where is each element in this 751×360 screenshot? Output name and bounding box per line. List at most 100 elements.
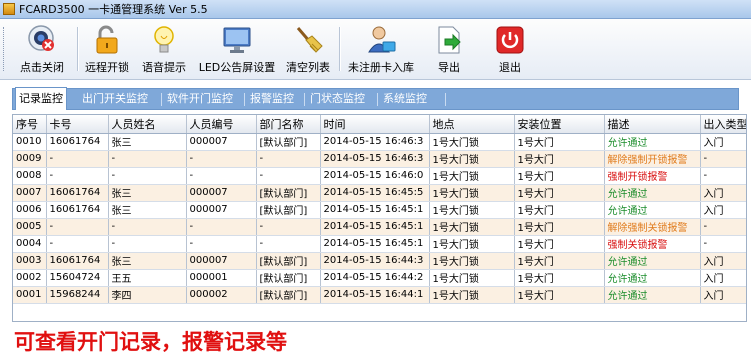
cell-description: 解除强制开锁报警 [604,150,701,168]
cell-time: 2014-05-15 16:45:1 [320,218,430,236]
export-button[interactable]: 导出 [426,22,472,77]
table-row[interactable]: 0007 16061764 张三 000007 [默认部门] 2014-05-15 16:… [13,184,746,202]
table-row[interactable]: 0005- - - -2014-05-15 16:45:1 1号大门锁 1号大门 解除强制关… [13,218,746,236]
cell-seq: 0001 [13,286,47,304]
tab-door-status-monitor[interactable]: 门状态监控 [307,90,368,108]
cell-location: 1号大门锁 [429,269,515,287]
cell-install-position: 1号大门 [514,150,605,168]
cell-install-position: 1号大门 [514,218,605,236]
toolbar-grip[interactable] [3,27,7,71]
cell-seq: 0006 [13,201,47,219]
led-settings-button[interactable]: LED公告屏设置 [196,22,278,77]
cell-location: 1号大门锁 [429,252,515,270]
table-row[interactable]: 0010 16061764 张三 000007 [默认部门] 2014-05-15 16:… [13,133,746,151]
column-header-person-id[interactable]: 人员编号 [186,115,257,134]
cell-seq: 0003 [13,252,47,270]
cell-location: 1号大门锁 [429,235,515,253]
table-row[interactable]: 0003 16061764 张三 000007 [默认部门] 2014-05-15 16:… [13,252,746,270]
cell-direction: 入门 [700,269,746,287]
cell-location: 1号大门锁 [429,150,515,168]
remote-unlock-button[interactable]: 远程开锁 [79,22,135,77]
cell-time: 2014-05-15 16:45:1 [320,235,430,253]
column-header-location[interactable]: 地点 [429,115,515,134]
cell-direction: 入门 [700,133,746,151]
cell-seq: 0004 [13,235,47,253]
cell-install-position: 1号大门 [514,252,605,270]
webcam-icon [28,25,54,51]
monitor-icon [223,27,251,53]
column-header-direction[interactable]: 出入类型 [700,115,746,134]
cell-description: 允许通过 [604,269,701,287]
column-header-seq[interactable]: 序号 [13,115,47,134]
cell-time: 2014-05-15 16:46:3 [320,150,430,168]
voice-prompt-label: 语音提示 [142,61,186,74]
export-icon [438,26,461,54]
clear-list-button[interactable]: 清空列表 [281,22,335,77]
cell-name: 张三 [108,133,187,151]
table-row[interactable]: 0004- - - -2014-05-15 16:45:1 1号大门锁 1号大门 强制关锁报… [13,235,746,253]
cell-location: 1号大门锁 [429,167,515,185]
cell-direction: - [700,235,746,253]
tab-system-monitor[interactable]: 系统监控 [380,90,430,108]
cell-time: 2014-05-15 16:44:1 [320,286,430,304]
remote-unlock-label: 远程开锁 [85,61,129,74]
cell-location: 1号大门锁 [429,201,515,219]
header-row: 序号 卡号 人员姓名 人员编号 部门名称 时间 地点 安装位置 描述 出入类型 [13,115,746,134]
table-row[interactable]: 0006 16061764 张三 000007 [默认部门] 2014-05-15 16:… [13,201,746,219]
column-header-description[interactable]: 描述 [604,115,701,134]
cell-install-position: 1号大门 [514,184,605,202]
table-row[interactable]: 0001 15968244 李四 000002 [默认部门] 2014-05-15 16:… [13,286,746,304]
voice-prompt-button[interactable]: 语音提示 [136,22,192,77]
exit-button[interactable]: 退出 [488,22,532,77]
cell-department: - [256,167,321,185]
cell-person-id: - [186,218,257,236]
register-card-button[interactable]: 未注册卡入库 [342,22,420,77]
tab-software-open-monitor[interactable]: 软件开门监控 [164,90,236,108]
cell-description: 强制开锁报警 [604,167,701,185]
cell-person-id: 000007 [186,201,257,219]
tab-divider [377,93,378,106]
column-header-time[interactable]: 时间 [320,115,430,134]
tab-alarm-monitor[interactable]: 报警监控 [247,90,297,108]
table-row[interactable]: 0008- - - -2014-05-15 16:46:0 1号大门锁 1号大门 强制开锁报… [13,167,746,185]
close-button[interactable]: 点击关闭 [10,22,74,77]
tab-divider [445,93,446,106]
tab-record-monitor[interactable]: 记录监控 [15,87,67,110]
table-row[interactable]: 0009- - - -2014-05-15 16:46:3 1号大门锁 1号大门 解除强制开… [13,150,746,168]
register-card-label: 未注册卡入库 [348,61,414,74]
cell-person-id: - [186,150,257,168]
record-grid[interactable]: 序号 卡号 人员姓名 人员编号 部门名称 时间 地点 安装位置 描述 出入类型 … [12,114,747,322]
cell-description: 允许通过 [604,286,701,304]
cell-direction: 入门 [700,184,746,202]
toolbar-separator [339,27,341,71]
cell-person-id: 000002 [186,286,257,304]
cell-seq: 0009 [13,150,47,168]
caption-note: 可查看开门记录，报警记录等 [14,330,287,354]
cell-department: [默认部门] [256,133,321,151]
window-title: FCARD3500 一卡通管理系统 Ver 5.5 [19,3,208,16]
column-header-card[interactable]: 卡号 [46,115,109,134]
cell-person-id: 000001 [186,269,257,287]
broom-icon [296,27,323,53]
cell-seq: 0002 [13,269,47,287]
column-header-department[interactable]: 部门名称 [256,115,321,134]
table-row[interactable]: 0002 15604724 王五 000001 [默认部门] 2014-05-15 16:… [13,269,746,287]
led-settings-label: LED公告屏设置 [198,61,276,74]
column-header-install-position[interactable]: 安装位置 [514,115,605,134]
title-bar: FCARD3500 一卡通管理系统 Ver 5.5 [0,0,751,19]
cell-install-position: 1号大门 [514,286,605,304]
cell-name: 李四 [108,286,187,304]
column-header-name[interactable]: 人员姓名 [108,115,187,134]
cell-description: 允许通过 [604,184,701,202]
cell-name: 张三 [108,201,187,219]
clear-list-label: 清空列表 [286,61,330,74]
tab-divider [244,93,245,106]
cell-location: 1号大门锁 [429,133,515,151]
cell-time: 2014-05-15 16:45:5 [320,184,430,202]
cell-description: 强制关锁报警 [604,235,701,253]
cell-install-position: 1号大门 [514,235,605,253]
exit-label: 退出 [499,61,521,74]
cell-name: - [108,150,187,168]
tab-exit-switch-monitor[interactable]: 出门开关监控 [79,90,151,108]
cell-person-id: 000007 [186,133,257,151]
